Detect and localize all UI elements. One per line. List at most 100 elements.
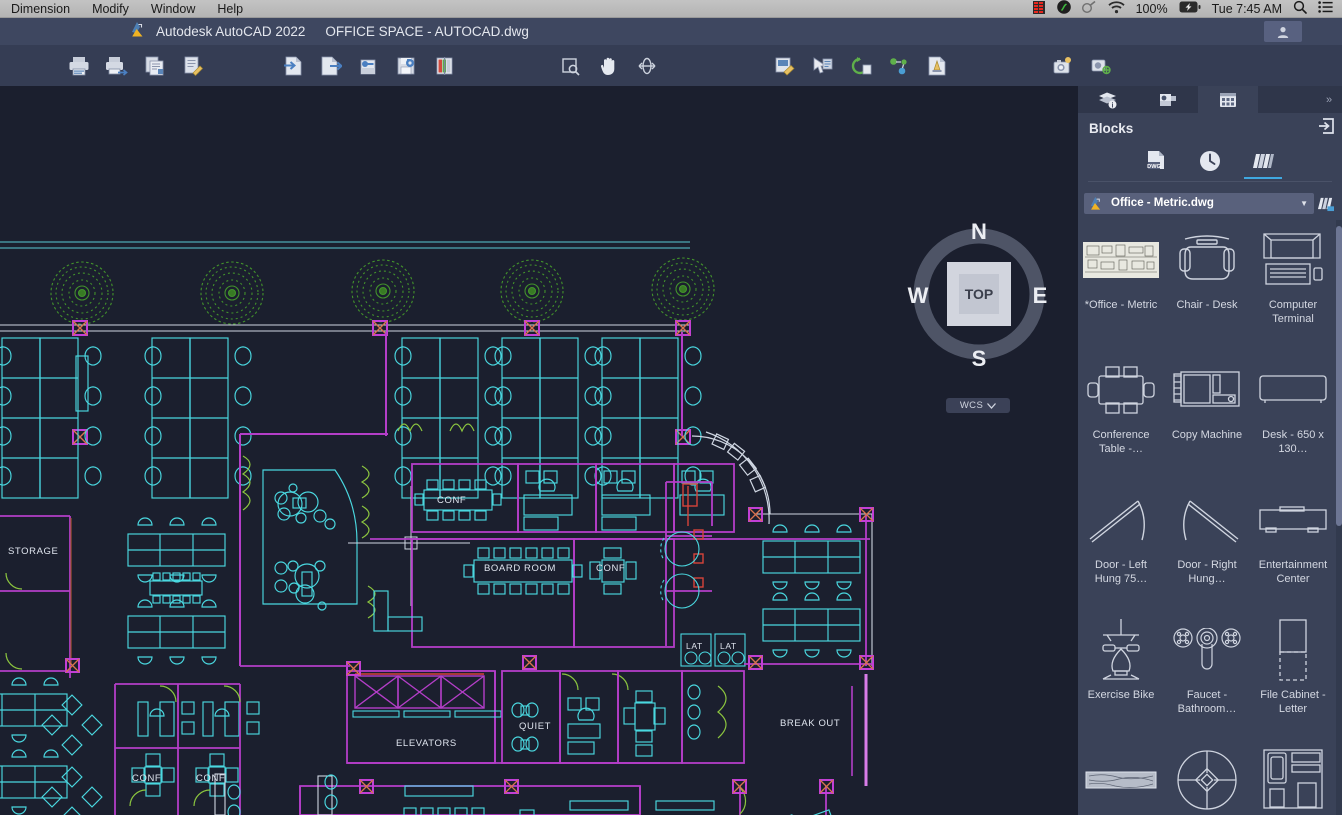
panel-header: Blocks bbox=[1078, 113, 1342, 143]
refresh-block-button[interactable] bbox=[842, 49, 880, 83]
settings-button[interactable] bbox=[1082, 49, 1120, 83]
import-button[interactable] bbox=[274, 49, 312, 83]
office-plan-thumb bbox=[1082, 228, 1160, 292]
block-item[interactable]: Desk - 650 x 130… bbox=[1250, 350, 1336, 480]
conference-table-thumb bbox=[1082, 358, 1160, 422]
library-file-select[interactable]: Office - Metric.dwg ▼ bbox=[1084, 193, 1314, 214]
block-item[interactable]: Entertainment Center bbox=[1250, 480, 1336, 610]
properties-layers-icon: i bbox=[1097, 91, 1119, 109]
block-label: Copy Machine bbox=[1167, 429, 1247, 443]
block-editor-button[interactable] bbox=[766, 49, 804, 83]
avatar[interactable] bbox=[1264, 21, 1302, 42]
block-item[interactable]: Computer Terminal bbox=[1250, 220, 1336, 350]
panel-tab-overflow[interactable]: » bbox=[1316, 86, 1342, 113]
panel-section-divider bbox=[1088, 181, 1332, 182]
block-label: *Office - Metric bbox=[1081, 299, 1161, 313]
menu-item-dimension[interactable]: Dimension bbox=[0, 0, 81, 18]
point-cloud-button[interactable] bbox=[880, 49, 918, 83]
block-item[interactable]: Exercise Bike bbox=[1078, 610, 1164, 740]
block-item[interactable] bbox=[1164, 740, 1250, 815]
room-label-lat-2: LAT bbox=[720, 641, 737, 651]
subtab-current-drawing[interactable]: DWG bbox=[1142, 146, 1172, 176]
plot-preview-button[interactable] bbox=[174, 49, 212, 83]
export-button[interactable] bbox=[312, 49, 350, 83]
block-item[interactable]: Copy Machine bbox=[1164, 350, 1250, 480]
wifi-icon[interactable] bbox=[1108, 1, 1125, 17]
subtab-libraries[interactable] bbox=[1248, 146, 1278, 176]
page-setup-button[interactable] bbox=[136, 49, 174, 83]
red-grid-icon[interactable] bbox=[1032, 1, 1046, 17]
tab-properties[interactable]: i bbox=[1078, 86, 1138, 113]
tools-icon[interactable] bbox=[1082, 0, 1097, 17]
battery-percent-label: 100% bbox=[1136, 2, 1168, 16]
blocks-scrollbar-thumb[interactable] bbox=[1336, 226, 1342, 526]
block-label: Desk - 650 x 130… bbox=[1253, 429, 1333, 457]
block-item[interactable]: *Office - Metric bbox=[1078, 220, 1164, 350]
block-label: Entertainment Center bbox=[1253, 559, 1333, 587]
control-center-icon[interactable] bbox=[1318, 1, 1333, 16]
clock-icon bbox=[1198, 149, 1222, 173]
block-label: Door - Left Hung 75… bbox=[1081, 559, 1161, 587]
attach-button[interactable] bbox=[350, 49, 388, 83]
save-as-button[interactable] bbox=[388, 49, 426, 83]
block-item[interactable] bbox=[1250, 740, 1336, 815]
layers-button[interactable] bbox=[426, 49, 464, 83]
block-item[interactable]: File Cabinet - Letter bbox=[1250, 610, 1336, 740]
block-label: Faucet - Bathroom… bbox=[1167, 689, 1247, 717]
floor-plan-drawing: STORAGE CONF BOARD ROOM CONF QUIET ELEVA… bbox=[0, 86, 1078, 815]
library-file-row: Office - Metric.dwg ▼ bbox=[1078, 190, 1342, 216]
ucs-label: WCS bbox=[960, 400, 983, 411]
subtab-recent[interactable] bbox=[1195, 146, 1225, 176]
block-item[interactable]: Door - Right Hung… bbox=[1164, 480, 1250, 610]
tab-design-center[interactable] bbox=[1138, 86, 1198, 113]
blocks-grid-icon bbox=[1217, 91, 1239, 109]
insert-block-button[interactable] bbox=[804, 49, 842, 83]
menu-item-window[interactable]: Window bbox=[140, 0, 206, 18]
block-label: Chair - Desk bbox=[1167, 299, 1247, 313]
tab-blocks[interactable] bbox=[1198, 86, 1258, 113]
drawing-canvas[interactable]: STORAGE CONF BOARD ROOM CONF QUIET ELEVA… bbox=[0, 86, 1078, 815]
block-item[interactable]: Conference Table -… bbox=[1078, 350, 1164, 480]
block-label: Conference Table -… bbox=[1081, 429, 1161, 457]
print-button[interactable] bbox=[60, 49, 98, 83]
block-item[interactable] bbox=[1078, 740, 1164, 815]
user-avatar-icon bbox=[1276, 25, 1290, 39]
exercise-bike-thumb bbox=[1082, 618, 1160, 682]
room-label-break-out: BREAK OUT bbox=[780, 718, 840, 729]
orbit-button[interactable] bbox=[628, 49, 666, 83]
compass-target-thumb bbox=[1168, 748, 1246, 812]
room-label-elevators: ELEVATORS bbox=[396, 738, 457, 749]
computer-terminal-thumb bbox=[1254, 228, 1332, 292]
green-circle-icon[interactable] bbox=[1057, 0, 1071, 17]
block-item[interactable]: Door - Left Hung 75… bbox=[1078, 480, 1164, 610]
library-browse-icon[interactable] bbox=[1314, 195, 1336, 212]
mac-menu-bar: Dimension Modify Window Help 100% bbox=[0, 0, 1342, 18]
block-label: Exercise Bike bbox=[1081, 689, 1161, 703]
block-label: Computer Terminal bbox=[1253, 299, 1333, 327]
application-name-label: Autodesk AutoCAD 2022 bbox=[156, 24, 305, 39]
render-button[interactable] bbox=[1044, 49, 1082, 83]
ucs-selector[interactable]: WCS bbox=[946, 398, 1010, 413]
pan-button[interactable] bbox=[590, 49, 628, 83]
desk-chair-thumb bbox=[1168, 228, 1246, 292]
door-left-thumb bbox=[1082, 488, 1160, 552]
clock-label[interactable]: Tue 7:45 AM bbox=[1212, 2, 1282, 16]
library-books-icon bbox=[1250, 150, 1276, 172]
copy-machine-thumb bbox=[1168, 358, 1246, 422]
block-item[interactable]: Faucet - Bathroom… bbox=[1164, 610, 1250, 740]
faucet-thumb bbox=[1168, 618, 1246, 682]
spotlight-search-icon[interactable] bbox=[1293, 0, 1307, 17]
panel-sub-tab-bar: DWG bbox=[1078, 144, 1342, 178]
attribute-button[interactable] bbox=[918, 49, 956, 83]
battery-icon[interactable] bbox=[1179, 1, 1201, 16]
block-item[interactable]: Chair - Desk bbox=[1164, 220, 1250, 350]
desk-thumb bbox=[1254, 358, 1332, 422]
blocks-grid[interactable]: *Office - Metric Chair - Desk bbox=[1078, 220, 1336, 815]
plot-button[interactable] bbox=[98, 49, 136, 83]
menu-item-modify[interactable]: Modify bbox=[81, 0, 140, 18]
entertainment-center-thumb bbox=[1254, 488, 1332, 552]
menu-item-help[interactable]: Help bbox=[206, 0, 254, 18]
zoom-window-button[interactable] bbox=[552, 49, 590, 83]
svg-text:i: i bbox=[1112, 102, 1114, 109]
collapse-panel-icon[interactable] bbox=[1318, 117, 1336, 140]
